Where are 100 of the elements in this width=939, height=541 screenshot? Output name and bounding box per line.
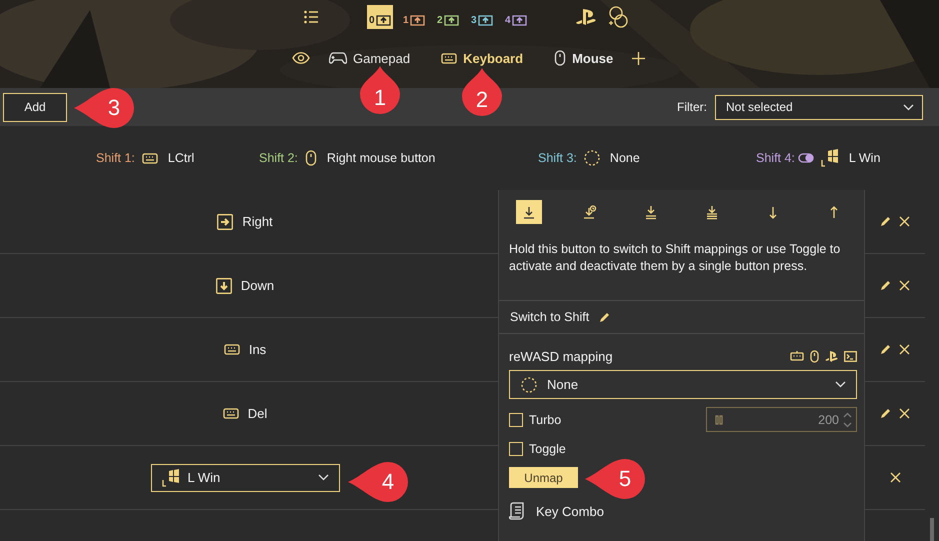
- eye-icon: [292, 52, 310, 64]
- delete-button[interactable]: [899, 408, 910, 419]
- single-press-icon: [522, 204, 536, 220]
- dotted-circle-icon: [584, 150, 600, 166]
- gamepad-icon: [329, 51, 347, 65]
- list-icon: [304, 10, 318, 24]
- keyboard-icon: [224, 344, 240, 355]
- scrollbar-thumb[interactable]: [930, 518, 934, 541]
- long-press-icon: [583, 204, 597, 220]
- checkbox-label: Turbo: [529, 412, 562, 426]
- shift-label: Shift 2:: [259, 151, 298, 165]
- filter-label: Filter:: [677, 100, 707, 114]
- shift-label: Shift 4:: [756, 151, 795, 165]
- pencil-icon: [880, 280, 891, 291]
- spinner-icon: [843, 412, 852, 428]
- shift-layer-tab[interactable]: 0: [367, 5, 393, 29]
- delete-button[interactable]: [890, 472, 900, 483]
- key-dropdown[interactable]: L Win: [150, 464, 340, 492]
- mouse-icon: [554, 50, 566, 66]
- layer-icon: [478, 15, 493, 26]
- pencil-icon: [880, 216, 891, 227]
- mapping-label: Ins: [248, 342, 266, 357]
- shift-key: Right mouse button: [326, 151, 436, 165]
- edit-button[interactable]: [880, 216, 891, 227]
- unmap-button[interactable]: Unmap: [509, 467, 578, 488]
- device-tab[interactable]: Mouse: [554, 50, 614, 66]
- shift-layer-tab[interactable]: 2: [435, 5, 461, 29]
- arrow-right-icon: [217, 214, 234, 230]
- delete-button[interactable]: [899, 280, 910, 291]
- mouse-icon: [304, 150, 317, 166]
- filter-dropdown[interactable]: Not selected: [715, 94, 923, 120]
- checkbox[interactable]: [509, 412, 523, 426]
- turbo-field[interactable]: 200: [706, 407, 857, 432]
- layer-icon: [410, 15, 425, 26]
- triple-press-icon: [705, 204, 719, 220]
- keyboard-icon: [790, 351, 804, 361]
- shift-layer-tab[interactable]: 3: [469, 5, 495, 29]
- shift-label: Shift 3:: [538, 151, 577, 165]
- layer-icon: [512, 15, 527, 26]
- close-icon: [899, 408, 910, 419]
- shift-layer-tab[interactable]: 1: [401, 5, 427, 29]
- pencil-icon: [880, 408, 891, 419]
- windows-icon: [820, 149, 839, 167]
- windows-icon: [162, 468, 180, 486]
- edit-button[interactable]: [880, 408, 891, 419]
- layer-icon: [444, 15, 459, 26]
- section-title: reWASD mapping: [509, 348, 613, 364]
- edit-name-button[interactable]: [599, 312, 610, 322]
- callout-badge: 1: [358, 66, 402, 114]
- device-tab[interactable]: Keyboard: [441, 50, 524, 66]
- chevron-down-icon: [903, 104, 914, 110]
- delete-button[interactable]: [899, 344, 910, 355]
- pencil-icon: [599, 312, 610, 322]
- button-combo-icon: [608, 6, 628, 28]
- close-icon: [899, 344, 910, 355]
- mouse-icon: [810, 350, 819, 362]
- callout-badge: 4: [348, 460, 410, 504]
- layer-icon: [376, 15, 391, 26]
- edit-button[interactable]: [880, 344, 891, 355]
- checkbox[interactable]: [509, 442, 523, 456]
- edit-button[interactable]: [880, 280, 891, 291]
- callout-badge: 5: [585, 457, 647, 501]
- keyboard-icon: [222, 408, 239, 419]
- key-combo-label: Key Combo: [536, 504, 604, 518]
- shift-layer-tab[interactable]: 4: [503, 5, 529, 29]
- callout-badge: 2: [460, 68, 504, 116]
- playstation-icon: [825, 350, 838, 362]
- description-text: Hold this button to switch to Shift mappings or use Toggle to activate and deactivate them by a single button press.: [509, 241, 842, 275]
- activator-tab[interactable]: [516, 200, 542, 224]
- shift-key: None: [610, 151, 640, 165]
- mapping-label: Right: [242, 214, 273, 229]
- keyboard-icon: [142, 152, 158, 164]
- arrow-down-icon: [216, 278, 232, 294]
- keyboard-icon: [441, 52, 458, 64]
- plus-icon: [632, 52, 646, 64]
- double-press-icon: [644, 204, 658, 220]
- pause-icon: [715, 414, 723, 424]
- chevron-down-icon: [318, 474, 328, 481]
- close-icon: [899, 216, 910, 227]
- pencil-icon: [880, 344, 891, 355]
- shift-key: L Win: [848, 151, 880, 165]
- callout-badge: 3: [74, 86, 136, 130]
- mapping-label: Del: [248, 406, 268, 421]
- scroll-icon: [509, 502, 525, 520]
- mapping-name: Switch to Shift: [510, 310, 590, 324]
- shift-label: Shift 1:: [96, 151, 135, 165]
- delete-button[interactable]: [899, 216, 910, 227]
- mapping-dropdown[interactable]: None: [509, 370, 857, 399]
- checkbox-label: Toggle: [529, 442, 566, 456]
- dotted-circle-icon: [521, 376, 537, 392]
- terminal-icon: [844, 350, 857, 362]
- toggle-switch-icon: [798, 153, 814, 163]
- close-icon: [899, 280, 910, 291]
- playstation-icon: [575, 8, 597, 26]
- device-tab[interactable]: Gamepad: [329, 50, 410, 66]
- chevron-down-icon: [835, 381, 846, 388]
- shift-key: LCtrl: [168, 151, 194, 165]
- close-icon: [890, 472, 900, 483]
- add-button[interactable]: Add: [3, 92, 67, 122]
- mapping-label: Down: [240, 278, 274, 293]
